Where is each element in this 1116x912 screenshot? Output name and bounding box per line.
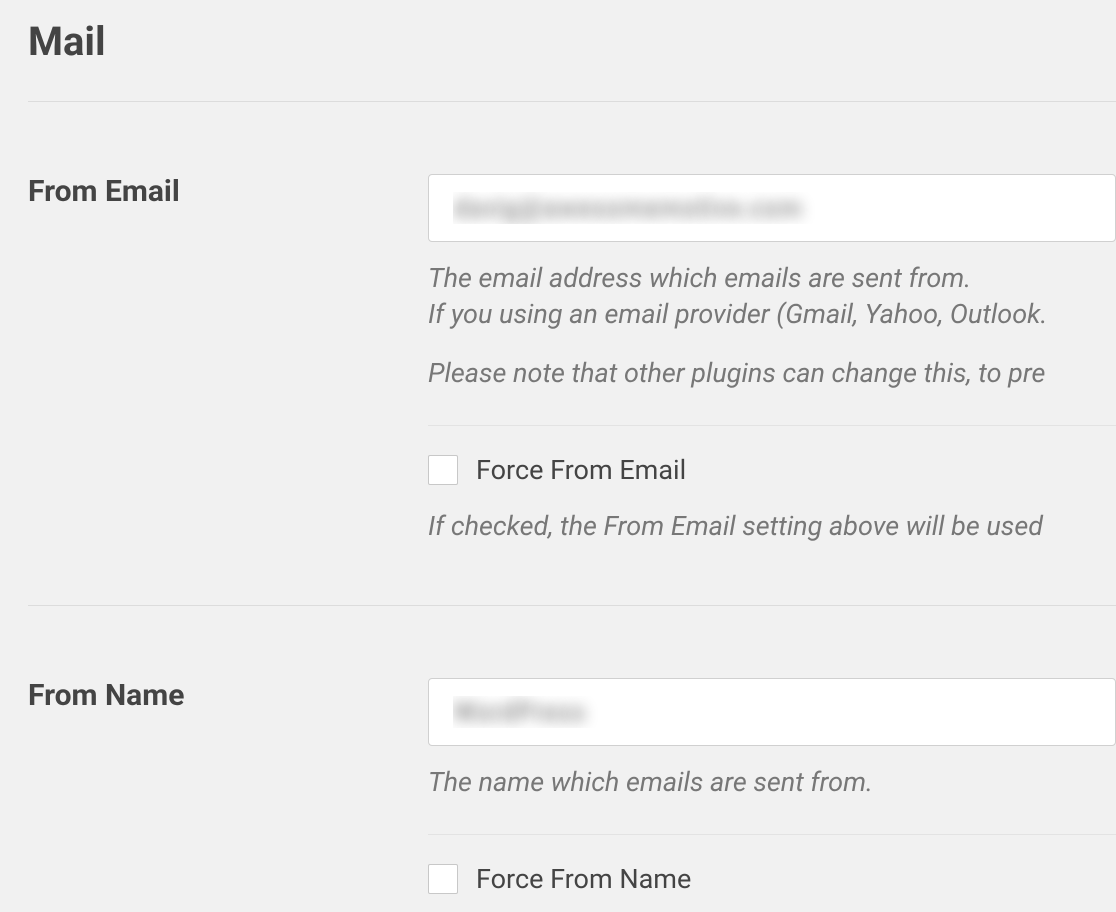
force-from-email-row: Force From Email [428, 454, 1116, 486]
force-from-name-checkbox[interactable] [428, 864, 458, 894]
force-from-name-label: Force From Name [476, 863, 691, 895]
force-from-email-checkbox[interactable] [428, 455, 458, 485]
force-from-name-row: Force From Name [428, 863, 1116, 895]
from-name-help-1: The name which emails are sent from. [428, 764, 1116, 800]
from-email-input[interactable] [428, 174, 1116, 242]
from-email-help-1: The email address which emails are sent … [428, 260, 1116, 296]
from-email-help-3: Please note that other plugins can chang… [428, 355, 1116, 391]
from-name-inner-divider [428, 834, 1116, 835]
from-name-field-col: The name which emails are sent from. For… [428, 678, 1116, 895]
section-title: Mail [28, 18, 1116, 65]
from-email-row: From Email The email address which email… [28, 102, 1116, 545]
from-email-field-col: The email address which emails are sent … [428, 174, 1116, 545]
from-email-help-2: If you using an email provider (Gmail, Y… [428, 296, 1116, 332]
from-name-input[interactable] [428, 678, 1116, 746]
force-from-email-label: Force From Email [476, 454, 686, 486]
from-name-row: From Name The name which emails are sent… [28, 606, 1116, 895]
from-name-label: From Name [28, 678, 428, 714]
from-email-label: From Email [28, 174, 428, 210]
from-email-label-col: From Email [28, 174, 428, 210]
force-from-email-help: If checked, the From Email setting above… [428, 508, 1116, 544]
from-email-inner-divider [428, 425, 1116, 426]
from-name-label-col: From Name [28, 678, 428, 714]
mail-settings-section: Mail From Email The email address which … [0, 0, 1116, 895]
